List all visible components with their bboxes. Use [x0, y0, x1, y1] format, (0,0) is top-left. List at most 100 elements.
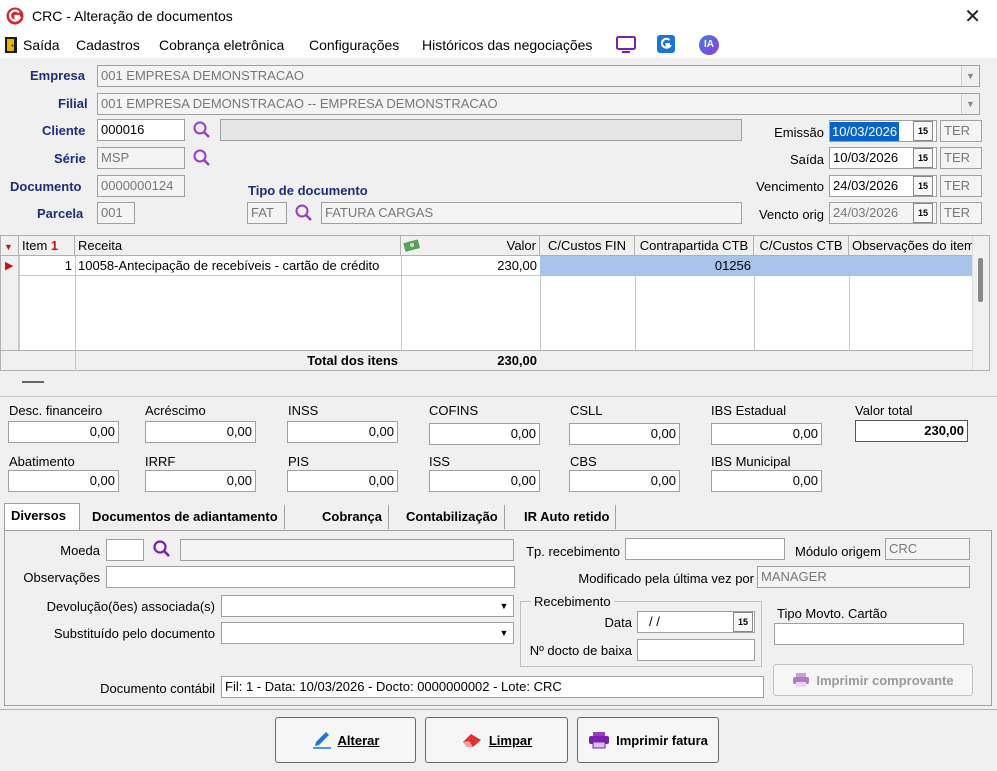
imprimir-fatura-button[interactable]: Imprimir fatura: [577, 717, 719, 763]
abatimento-input[interactable]: 0,00: [8, 470, 119, 492]
chevron-down-icon[interactable]: ▼: [961, 66, 979, 86]
tp-recebimento-input[interactable]: [625, 538, 785, 560]
col-observacoes[interactable]: Observações do item: [849, 236, 973, 256]
pis-input[interactable]: 0,00: [287, 470, 398, 492]
tipo-movto-cartao-input[interactable]: [774, 623, 964, 645]
col-cc-ctb[interactable]: C/Custos CTB: [754, 236, 849, 256]
menu-configuracoes[interactable]: Configurações: [309, 37, 399, 53]
col-cc-fin[interactable]: C/Custos FIN: [540, 236, 635, 256]
parcela-input[interactable]: 001: [97, 202, 135, 224]
filial-value: 001 EMPRESA DEMONSTRACAO -- EMPRESA DEMO…: [101, 96, 498, 111]
items-grid: ▼ Item 1 Receita Valor C/Custos FIN Cont…: [0, 235, 990, 371]
inss-input[interactable]: 0,00: [287, 421, 398, 443]
chevron-down-icon[interactable]: ▼: [495, 623, 513, 643]
tab-documentos-adiantamento[interactable]: Documentos de adiantamento: [86, 505, 285, 529]
chevron-down-icon[interactable]: ▼: [961, 94, 979, 114]
col-receita[interactable]: Receita: [75, 236, 401, 256]
serie-label: Série: [54, 151, 86, 166]
chevron-down-icon[interactable]: ▼: [495, 596, 513, 616]
col-contrapartida-ctb[interactable]: Contrapartida CTB: [635, 236, 754, 256]
col-valor[interactable]: Valor: [401, 236, 540, 256]
devolucao-label: Devolução(ões) associada(s): [46, 599, 215, 614]
csll-input[interactable]: 0,00: [569, 423, 680, 445]
search-icon[interactable]: [294, 203, 314, 223]
calendar-icon[interactable]: 15: [913, 203, 933, 223]
menu-saida[interactable]: Saída: [23, 37, 60, 53]
acrescimo-input[interactable]: 0,00: [145, 421, 256, 443]
empresa-select[interactable]: 001 EMPRESA DEMONSTRACAO ▼: [97, 65, 980, 87]
cliente-name-field: [220, 119, 742, 141]
modificado-label: Modificado pela última vez por: [578, 571, 754, 586]
splitter-handle[interactable]: [22, 381, 44, 383]
close-icon[interactable]: ✕: [964, 4, 981, 29]
grid-header: ▼ Item 1 Receita Valor C/Custos FIN Cont…: [1, 236, 989, 256]
moeda-label: Moeda: [60, 543, 100, 558]
saida-day: TER: [940, 147, 982, 169]
inss-label: INSS: [288, 403, 319, 418]
calendar-icon[interactable]: 15: [913, 148, 933, 168]
irrf-input[interactable]: 0,00: [145, 470, 256, 492]
grid-scrollbar[interactable]: [972, 236, 989, 370]
cofins-input[interactable]: 0,00: [429, 423, 540, 445]
sort-priority-badge: 1: [50, 238, 59, 253]
tipo-documento-desc: FATURA CARGAS: [321, 202, 742, 224]
tab-contabilizacao[interactable]: Contabilização: [400, 505, 505, 529]
col-item[interactable]: Item 1: [19, 236, 75, 256]
data-value: / /: [649, 614, 660, 629]
cliente-input[interactable]: 000016: [97, 119, 185, 141]
app-logo-icon: [6, 7, 24, 25]
table-row[interactable]: 1 10058-Antecipação de recebíveis - cart…: [19, 256, 973, 276]
observacoes-input[interactable]: [106, 566, 515, 588]
limpar-button[interactable]: Limpar: [425, 717, 568, 763]
eraser-icon: [462, 734, 481, 747]
abatimento-label: Abatimento: [9, 454, 75, 469]
cbs-input[interactable]: 0,00: [569, 470, 680, 492]
monitor-icon[interactable]: [616, 36, 636, 54]
tab-ir-auto-retido[interactable]: IR Auto retido: [518, 505, 617, 529]
search-icon[interactable]: [152, 539, 172, 559]
moeda-input[interactable]: [106, 539, 144, 561]
menu-historicos[interactable]: Históricos das negociações: [422, 37, 592, 53]
devolucao-select[interactable]: ▼: [221, 595, 514, 617]
n-docto-baixa-input[interactable]: [637, 639, 755, 661]
search-icon[interactable]: [192, 120, 212, 140]
g-app-icon[interactable]: [657, 35, 675, 53]
exit-door-icon[interactable]: [5, 37, 17, 53]
calendar-icon[interactable]: 15: [913, 176, 933, 196]
sort-arrow-icon[interactable]: ▼: [1, 236, 19, 256]
documento-input[interactable]: 0000000124: [97, 175, 185, 197]
alterar-button[interactable]: Alterar: [275, 717, 416, 763]
iss-input[interactable]: 0,00: [429, 470, 540, 492]
emissao-label: Emissão: [774, 125, 824, 140]
filial-select[interactable]: 001 EMPRESA DEMONSTRACAO -- EMPRESA DEMO…: [97, 93, 980, 115]
valor-total-input[interactable]: 230,00: [855, 420, 968, 442]
tipo-documento-code[interactable]: FAT: [247, 202, 287, 224]
serie-input[interactable]: MSP: [97, 147, 185, 169]
imprimir-comprovante-button[interactable]: Imprimir comprovante: [773, 664, 973, 696]
emissao-day: TER: [940, 120, 982, 142]
calendar-icon[interactable]: 15: [733, 612, 753, 632]
observacoes-label: Observações: [23, 570, 100, 585]
vencto-orig-day: TER: [940, 202, 982, 224]
row-selection-highlight: [540, 256, 973, 276]
search-icon[interactable]: [192, 148, 212, 168]
menu-cadastros[interactable]: Cadastros: [76, 37, 140, 53]
menu-cobranca-eletronica[interactable]: Cobrança eletrônica: [159, 37, 284, 53]
tab-diversos[interactable]: Diversos: [4, 503, 80, 531]
ibs-estadual-input[interactable]: 0,00: [711, 423, 822, 445]
substituido-select[interactable]: ▼: [221, 622, 514, 644]
desc-fin-input[interactable]: 0,00: [8, 421, 119, 443]
ia-icon[interactable]: IA: [699, 35, 719, 55]
scrollbar-thumb[interactable]: [978, 258, 983, 302]
tab-cobranca[interactable]: Cobrança: [316, 505, 389, 529]
ibs-municipal-input[interactable]: 0,00: [711, 470, 822, 492]
calendar-icon[interactable]: 15: [913, 121, 933, 141]
tipo-movto-cartao-label: Tipo Movto. Cartão: [777, 606, 888, 621]
valor-total-label: Valor total: [855, 403, 913, 418]
irrf-label: IRRF: [145, 454, 176, 469]
current-row-arrow-icon: ▶: [5, 260, 14, 272]
documento-contabil-input: Fil: 1 - Data: 10/03/2026 - Docto: 00000…: [221, 676, 764, 698]
row-contrapartida: 01256: [714, 258, 751, 273]
moeda-desc: [180, 539, 514, 561]
empresa-label: Empresa: [30, 68, 85, 83]
